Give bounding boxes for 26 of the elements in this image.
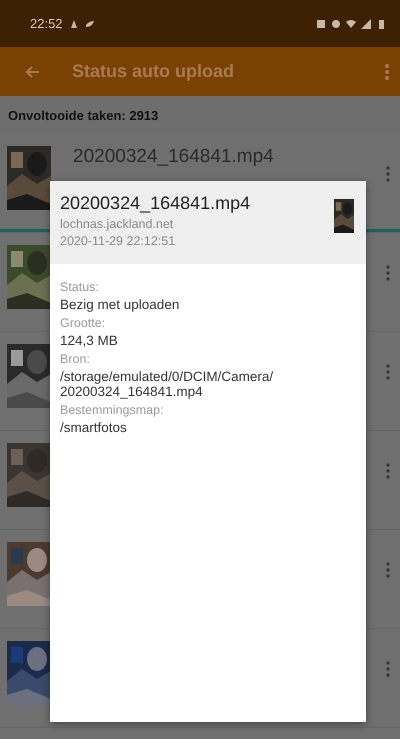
more-icon[interactable] [384,62,390,80]
file-name: 20200324_164841.mp4 [73,146,274,168]
more-icon[interactable] [386,661,390,677]
more-icon[interactable] [386,463,390,479]
more-icon[interactable] [386,166,390,182]
more-icon[interactable] [386,265,390,281]
notification-icon [68,18,79,28]
dialog-host: lochnas.jackland.net [60,217,174,231]
app-bar-title: Status auto upload [72,61,234,82]
field-value: Bezig met uploaden [60,297,180,312]
field-value: /smartfotos [60,420,128,435]
signal-icon [361,18,371,28]
more-icon[interactable] [386,562,390,578]
field-label: Bestemmingsmap: [60,403,165,417]
back-icon[interactable] [24,64,40,80]
field-label: Bron: [60,352,91,366]
field-value: 124,3 MB [60,333,119,348]
wifi-icon [346,18,356,28]
field-label: Status: [60,280,100,294]
battery-icon [376,18,386,28]
more-icon[interactable] [386,364,390,380]
dialog-file-name: 20200324_164841.mp4 [60,193,250,214]
status-time: 22:52 [30,16,63,31]
field-label: Grootte: [60,316,106,330]
dialog-date: 2020-11-29 22:12:51 [60,234,176,248]
field-value: /storage/emulated/0/DCIM/Camera/ 20200324_164841.mp4 [60,369,274,399]
